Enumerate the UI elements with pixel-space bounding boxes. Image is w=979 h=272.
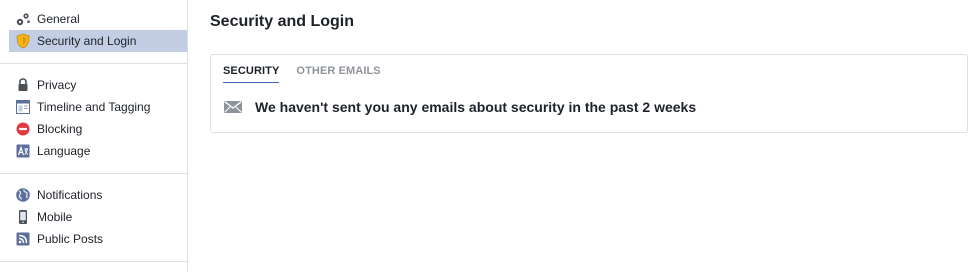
security-email-message: We haven't sent you any emails about sec… bbox=[224, 99, 696, 115]
envelope-icon bbox=[224, 101, 242, 113]
sidebar-group-privacy: Privacy Timeline and Tagging Blocking La… bbox=[0, 74, 187, 162]
sidebar-item-privacy[interactable]: Privacy bbox=[9, 74, 187, 96]
timeline-icon bbox=[16, 100, 30, 114]
tab-other-emails[interactable]: OTHER EMAILS bbox=[296, 55, 380, 83]
sidebar-item-label: Security and Login bbox=[37, 34, 137, 48]
sidebar-group-notifications: Notifications Mobile Public Posts bbox=[0, 184, 187, 250]
sidebar-item-timeline-and-tagging[interactable]: Timeline and Tagging bbox=[9, 96, 187, 118]
sidebar-item-label: Language bbox=[37, 144, 91, 158]
sidebar-group-account: General Security and Login bbox=[0, 0, 187, 52]
sidebar-item-security-and-login[interactable]: Security and Login bbox=[9, 30, 187, 52]
sidebar-item-label: Timeline and Tagging bbox=[37, 100, 151, 114]
language-icon bbox=[16, 144, 30, 158]
sidebar-item-label: Public Posts bbox=[37, 232, 104, 246]
rss-icon bbox=[16, 232, 30, 246]
blocking-icon bbox=[16, 122, 30, 136]
tab-security[interactable]: SECURITY bbox=[223, 55, 280, 83]
sidebar-item-language[interactable]: Language bbox=[9, 140, 187, 162]
sidebar-item-label: Notifications bbox=[37, 188, 103, 202]
sidebar-item-label: Privacy bbox=[37, 78, 77, 92]
panel-tabs: SECURITY OTHER EMAILS bbox=[223, 55, 398, 83]
gears-icon bbox=[16, 13, 30, 26]
sidebar-divider bbox=[0, 63, 187, 64]
main-content: Security and Login SECURITY OTHER EMAILS… bbox=[210, 0, 968, 133]
shield-icon bbox=[16, 33, 30, 49]
sidebar-item-general[interactable]: General bbox=[9, 8, 187, 30]
message-text: We haven't sent you any emails about sec… bbox=[255, 99, 697, 115]
sidebar-item-notifications[interactable]: Notifications bbox=[9, 184, 187, 206]
mobile-icon bbox=[19, 210, 27, 224]
globe-icon bbox=[16, 188, 30, 202]
sidebar-item-public-posts[interactable]: Public Posts bbox=[9, 228, 187, 250]
sidebar-item-blocking[interactable]: Blocking bbox=[9, 118, 187, 140]
sidebar-divider bbox=[0, 173, 187, 174]
security-emails-panel: SECURITY OTHER EMAILS We haven't sent yo… bbox=[210, 54, 968, 133]
sidebar-item-label: Mobile bbox=[37, 210, 73, 224]
page-title: Security and Login bbox=[210, 13, 355, 30]
sidebar-item-label: Blocking bbox=[37, 122, 83, 136]
sidebar-item-label: General bbox=[37, 12, 80, 26]
sidebar-item-mobile[interactable]: Mobile bbox=[9, 206, 187, 228]
sidebar-divider bbox=[0, 261, 187, 262]
lock-icon bbox=[18, 78, 28, 91]
settings-sidebar: General Security and Login Privacy Timel… bbox=[0, 0, 188, 272]
